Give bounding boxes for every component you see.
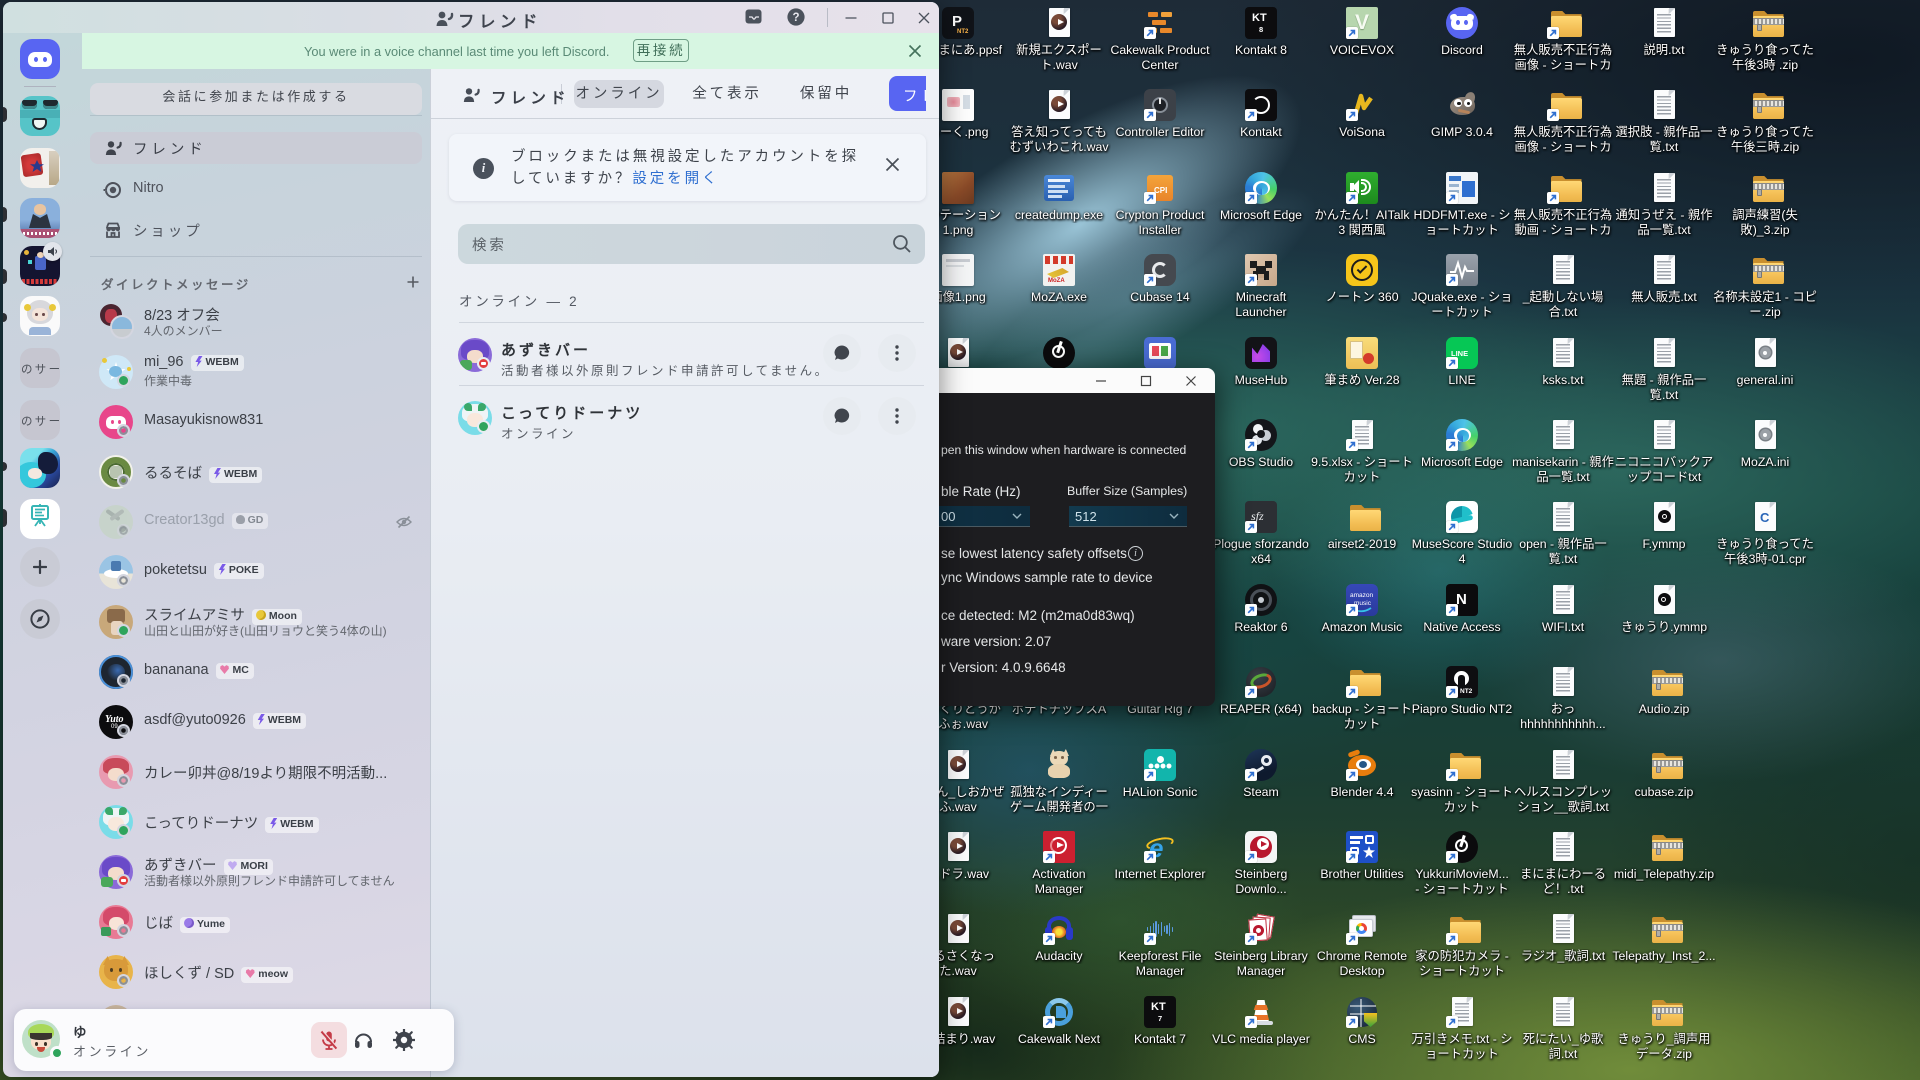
svg-text:?: ? [792,12,799,24]
